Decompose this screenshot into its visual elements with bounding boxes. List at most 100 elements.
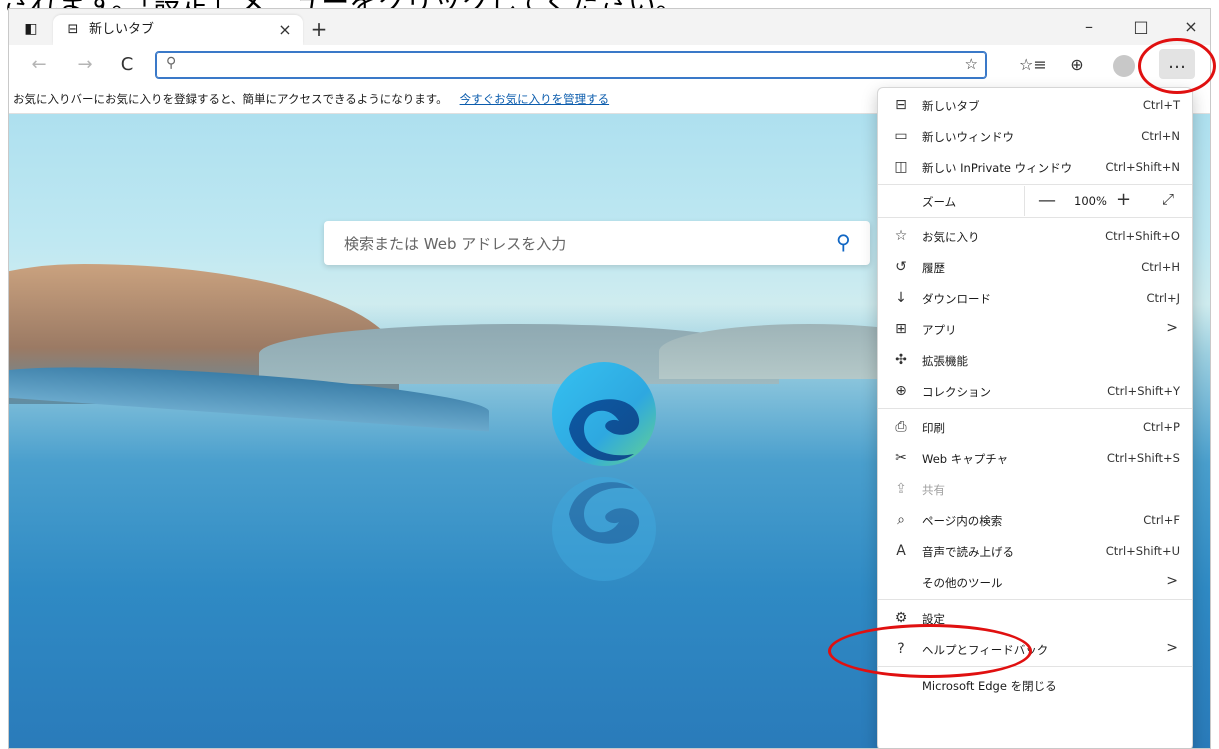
menu-item-new-inprivate-window[interactable]: ◫ 新しい InPrivate ウィンドウ Ctrl+Shift+N [878,152,1192,182]
menu-item-collections[interactable]: ⊕ コレクション Ctrl+Shift+Y [878,376,1192,406]
menu-item-shortcut: Ctrl+F [1143,513,1180,527]
menu-item-label: 共有 [922,483,945,497]
minimize-button[interactable]: – [1069,13,1109,41]
menu-item-print[interactable]: ⎙ 印刷 Ctrl+P [878,412,1192,442]
zoom-divider [1024,186,1025,216]
search-icon[interactable]: ⚲ [836,230,851,254]
profile-avatar[interactable] [1113,55,1135,77]
collections-icon[interactable]: ⊕ [1065,54,1089,76]
menu-item-label: 履歴 [922,261,945,275]
menu-item-shortcut: Ctrl+J [1146,291,1181,305]
search-icon: ⚲ [166,55,177,71]
web-search-box[interactable]: ⚲ [324,221,870,265]
menu-item-label: 拡張機能 [922,354,968,368]
menu-item-label: ズーム [922,195,957,209]
menu-item-new-window[interactable]: ▭ 新しいウィンドウ Ctrl+N [878,121,1192,151]
menu-item-shortcut: Ctrl+T [1142,98,1180,112]
download-icon: ↓ [895,290,907,306]
manage-favorites-link[interactable]: 今すぐお気に入りを管理する [460,92,610,106]
annotation-ring-more-button [1138,38,1216,94]
menu-item-label: Web キャプチャ [922,452,1009,466]
menu-item-label: 新しい InPrivate ウィンドウ [922,161,1073,175]
collections-icon: ⊕ [895,383,907,399]
menu-item-extensions[interactable]: ✣ 拡張機能 [878,345,1192,375]
menu-item-label: お気に入り [922,230,980,244]
menu-item-label: アプリ [922,323,957,337]
menu-item-shortcut: Ctrl+Shift+Y [1107,384,1180,398]
menu-item-shortcut: Ctrl+P [1142,420,1180,434]
edge-logo [552,362,656,466]
maximize-button[interactable]: □ [1121,13,1161,41]
menu-item-shortcut: Ctrl+N [1141,129,1180,143]
address-bar[interactable]: ⚲ ☆ [155,51,987,79]
menu-separator [878,408,1192,409]
inprivate-icon: ◫ [894,159,908,175]
edge-logo-reflection [552,477,656,581]
menu-item-label: Microsoft Edge を閉じる [922,679,1057,693]
forward-button[interactable]: → [71,53,99,77]
zoom-level: 100% [1074,194,1107,208]
menu-item-label: ページ内の検索 [922,514,1003,528]
apps-icon: ⊞ [895,321,907,337]
new-tab-icon: ⊟ [895,97,907,113]
menu-item-web-capture[interactable]: ✂ Web キャプチャ Ctrl+Shift+S [878,443,1192,473]
menu-separator [878,184,1192,185]
refresh-button[interactable]: C [113,53,141,77]
menu-item-share: ⇪ 共有 [878,474,1192,504]
web-capture-icon: ✂ [895,450,907,466]
new-tab-button[interactable]: + [307,17,331,41]
fullscreen-icon[interactable]: ⤢ [1162,190,1174,208]
annotation-ring-settings [828,624,1032,678]
zoom-out-button[interactable]: — [1038,190,1056,211]
menu-item-label: コレクション [922,385,991,399]
tab-close-icon[interactable]: × [275,20,295,40]
menu-item-history[interactable]: ↺ 履歴 Ctrl+H [878,252,1192,282]
menu-item-shortcut: Ctrl+Shift+U [1105,544,1180,558]
menu-item-label: 新しいウィンドウ [922,130,1014,144]
menu-item-label: その他のツール [922,576,1003,590]
menu-item-shortcut: Ctrl+Shift+N [1105,160,1180,174]
menu-item-more-tools[interactable]: その他のツール > [878,567,1192,597]
close-window-button[interactable]: × [1171,13,1210,41]
tab-new-tab[interactable]: ⊟ 新しいタブ × [53,15,303,45]
menu-item-shortcut: Ctrl+Shift+S [1106,451,1180,465]
toolbar: ← → C ⚲ ☆ ☆≡ ⊕ … [9,45,1210,85]
tab-bar: ◧ ⊟ 新しいタブ × + – □ × [9,9,1210,45]
read-aloud-icon: A [896,543,906,559]
menu-item-read-aloud[interactable]: A 音声で読み上げる Ctrl+Shift+U [878,536,1192,566]
menu-item-zoom: ズーム — 100% + ⤢ [878,186,1192,216]
menu-item-apps[interactable]: ⊞ アプリ > [878,314,1192,344]
print-icon: ⎙ [895,419,907,435]
menu-separator [878,599,1192,600]
add-favorite-icon[interactable]: ☆ [965,55,978,73]
tab-actions-icon[interactable]: ◧ [21,19,41,39]
extensions-icon: ✣ [895,352,907,368]
tab-title: 新しいタブ [89,22,155,37]
favorites-icon[interactable]: ☆≡ [1019,54,1047,76]
history-icon: ↺ [895,259,907,275]
menu-item-find-on-page[interactable]: ⌕ ページ内の検索 Ctrl+F [878,505,1192,535]
find-icon: ⌕ [897,512,905,528]
menu-item-favorites[interactable]: ☆ お気に入り Ctrl+Shift+O [878,221,1192,251]
address-input[interactable] [186,55,950,77]
chevron-right-icon: > [1166,640,1178,656]
menu-item-new-tab[interactable]: ⊟ 新しいタブ Ctrl+T [878,90,1192,120]
menu-item-shortcut: Ctrl+Shift+O [1105,229,1180,243]
browser-window: ◧ ⊟ 新しいタブ × + – □ × ← → C ⚲ ☆ ☆≡ ⊕ … お気に… [8,8,1211,749]
new-tab-page-icon: ⊟ [67,22,79,37]
web-search-input[interactable] [342,231,816,257]
menu-item-label: ダウンロード [922,292,991,306]
menu-separator [878,217,1192,218]
menu-item-label: 印刷 [922,421,945,435]
favorites-bar-message: お気に入りバーにお気に入りを登録すると、簡単にアクセスできるようになります。 [13,92,448,106]
menu-item-downloads[interactable]: ↓ ダウンロード Ctrl+J [878,283,1192,313]
back-button[interactable]: ← [25,53,53,77]
new-window-icon: ▭ [894,128,908,144]
favorites-icon: ☆ [894,228,908,244]
chevron-right-icon: > [1166,573,1178,589]
zoom-in-button[interactable]: + [1116,189,1131,210]
chevron-right-icon: > [1166,320,1178,336]
menu-item-shortcut: Ctrl+H [1141,260,1180,274]
menu-item-label: 音声で読み上げる [922,545,1014,559]
share-icon: ⇪ [895,481,907,497]
